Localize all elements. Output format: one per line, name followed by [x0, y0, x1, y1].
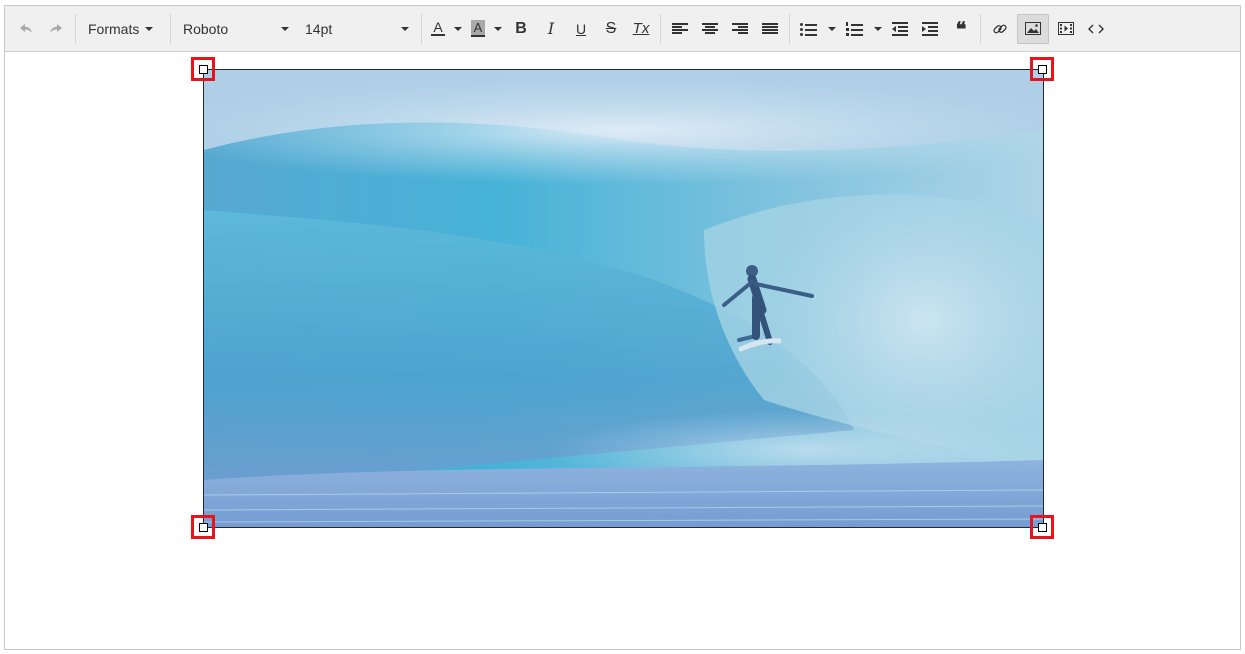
- align-left-button[interactable]: [667, 14, 693, 44]
- indent-icon: [922, 21, 940, 36]
- redo-icon: [50, 23, 62, 33]
- font-family-value: Roboto: [183, 20, 229, 37]
- align-center-icon: [702, 22, 718, 35]
- insert-link-button[interactable]: [987, 14, 1013, 44]
- outdent-icon: [892, 21, 910, 36]
- strikethrough-button[interactable]: S: [598, 14, 624, 44]
- clear-formatting-icon: Tx: [632, 20, 650, 37]
- toolbar-separator: [660, 13, 661, 44]
- insert-media-button[interactable]: [1053, 14, 1079, 44]
- font-size-dropdown[interactable]: 14pt: [299, 14, 415, 44]
- background-color-button[interactable]: A: [468, 14, 488, 44]
- underline-icon: U: [575, 20, 587, 37]
- toolbar-separator: [75, 13, 76, 44]
- align-right-button[interactable]: [727, 14, 753, 44]
- rich-text-editor: Formats Roboto 14pt A A B I U S Tx ❝: [4, 5, 1241, 650]
- resize-handle-bottom-left[interactable]: [191, 515, 215, 539]
- underline-button[interactable]: U: [568, 14, 594, 44]
- font-family-dropdown[interactable]: Roboto: [177, 14, 295, 44]
- blockquote-icon: ❝: [955, 16, 967, 41]
- bold-button[interactable]: B: [508, 14, 534, 44]
- outdent-button[interactable]: [888, 14, 914, 44]
- source-code-button[interactable]: [1083, 14, 1109, 44]
- toolbar-separator: [789, 13, 790, 44]
- toolbar-separator: [170, 13, 171, 44]
- chevron-down-icon: [828, 26, 836, 31]
- strikethrough-icon: S: [605, 19, 617, 37]
- formats-label: Formats: [88, 20, 140, 37]
- resize-handle-top-left[interactable]: [191, 57, 215, 81]
- blockquote-button[interactable]: ❝: [948, 14, 974, 44]
- editor-toolbar: Formats Roboto 14pt A A B I U S Tx ❝: [5, 6, 1240, 52]
- text-color-button[interactable]: A: [428, 14, 448, 44]
- editor-content-area[interactable]: [5, 52, 1240, 649]
- resize-handle-bottom-right[interactable]: [1030, 515, 1054, 539]
- bold-icon: B: [515, 19, 527, 37]
- handle-square: [1037, 522, 1047, 532]
- link-icon: [993, 24, 1007, 33]
- align-center-button[interactable]: [697, 14, 723, 44]
- numbered-list-dropdown[interactable]: [872, 14, 884, 44]
- code-icon: [1088, 24, 1104, 33]
- chevron-down-icon: [281, 26, 289, 31]
- toolbar-separator: [421, 13, 422, 44]
- chevron-down-icon: [401, 26, 409, 31]
- bullet-list-dropdown[interactable]: [826, 14, 838, 44]
- resize-handle-top-right[interactable]: [1030, 57, 1054, 81]
- insert-image-button[interactable]: [1017, 13, 1049, 44]
- font-size-value: 14pt: [305, 20, 333, 37]
- chevron-down-icon: [494, 26, 502, 31]
- bullet-list-button[interactable]: [796, 14, 822, 44]
- clear-formatting-button[interactable]: Tx: [628, 14, 654, 44]
- image-icon: [1025, 22, 1041, 35]
- toolbar-separator: [980, 13, 981, 44]
- indent-button[interactable]: [918, 14, 944, 44]
- chevron-down-icon: [145, 26, 154, 31]
- align-justify-icon: [762, 22, 778, 35]
- bullet-list-icon: [800, 22, 818, 36]
- formats-dropdown[interactable]: Formats: [82, 14, 164, 44]
- selected-image[interactable]: [203, 69, 1044, 528]
- media-icon: [1058, 22, 1074, 35]
- numbered-list-button[interactable]: [842, 14, 868, 44]
- chevron-down-icon: [454, 26, 462, 31]
- handle-square: [198, 522, 208, 532]
- background-color-dropdown[interactable]: [492, 14, 504, 44]
- handle-square: [1037, 64, 1047, 74]
- align-left-icon: [672, 22, 688, 35]
- chevron-down-icon: [874, 26, 882, 31]
- align-justify-button[interactable]: [757, 14, 783, 44]
- numbered-list-icon: [846, 21, 864, 36]
- redo-button[interactable]: [43, 14, 69, 44]
- text-color-icon: A: [431, 19, 445, 36]
- background-color-icon: A: [470, 20, 486, 37]
- undo-button[interactable]: [13, 14, 39, 44]
- text-color-dropdown[interactable]: [452, 14, 464, 44]
- handle-square: [198, 64, 208, 74]
- undo-icon: [20, 23, 32, 33]
- align-right-icon: [732, 22, 748, 35]
- italic-icon: I: [547, 19, 555, 38]
- italic-button[interactable]: I: [538, 14, 564, 44]
- surfer-wave-image: [204, 70, 1043, 527]
